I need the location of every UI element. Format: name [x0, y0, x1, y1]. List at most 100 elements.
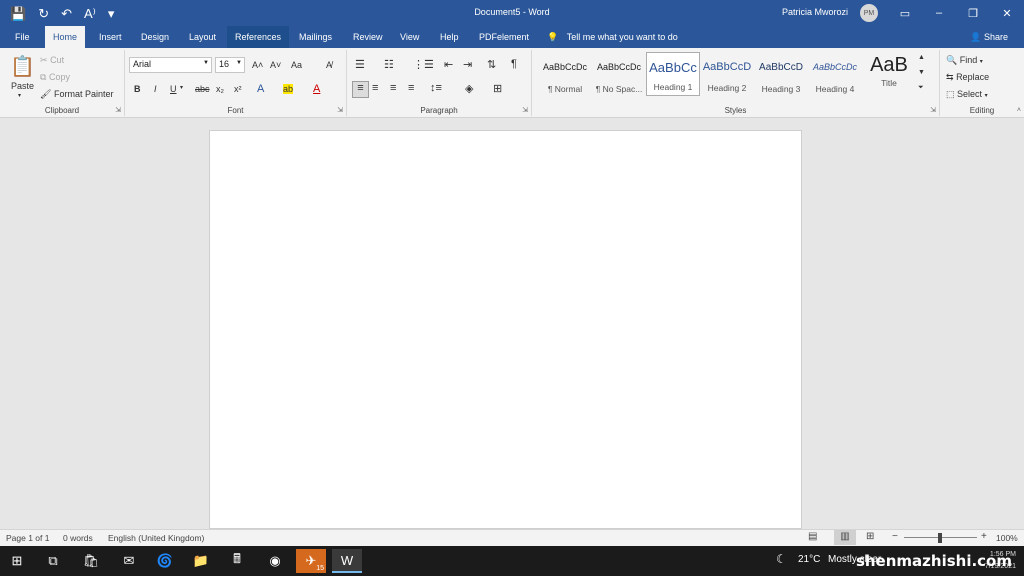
- tab-layout[interactable]: Layout: [181, 26, 224, 48]
- web-layout-icon[interactable]: ⊞: [866, 531, 874, 542]
- text-effects-button[interactable]: A: [257, 83, 264, 95]
- align-center-icon[interactable]: ≡: [372, 82, 378, 94]
- align-right-icon[interactable]: ≡: [390, 82, 396, 94]
- paragraph-launcher-icon[interactable]: ⇲: [522, 106, 528, 114]
- customize-qat-icon[interactable]: ▾: [108, 7, 115, 20]
- tell-me-search[interactable]: 💡 Tell me what you want to do: [547, 26, 678, 48]
- document-page[interactable]: [209, 130, 802, 529]
- styles-scroll-up-icon[interactable]: ▲: [918, 54, 925, 61]
- tab-pdfelement[interactable]: PDFelement: [471, 26, 537, 48]
- tab-review[interactable]: Review: [345, 26, 391, 48]
- format-painter-button[interactable]: 🖌 Format Painter: [40, 89, 113, 100]
- page-count[interactable]: Page 1 of 1: [6, 533, 49, 543]
- style-title[interactable]: AaB Title: [862, 52, 916, 96]
- tab-help[interactable]: Help: [432, 26, 467, 48]
- font-size-select[interactable]: 16 ▼: [215, 57, 245, 73]
- user-name[interactable]: Patricia Mworozi: [782, 7, 848, 17]
- restore-icon[interactable]: ❐: [956, 0, 990, 26]
- increase-indent-icon[interactable]: ⇥: [463, 58, 472, 71]
- calculator-icon[interactable]: 🖩: [222, 549, 252, 573]
- chrome-browser-icon[interactable]: ◉: [260, 549, 290, 573]
- borders-icon[interactable]: ⊞: [493, 82, 502, 95]
- paste-dropdown-icon[interactable]: ▾: [18, 92, 21, 99]
- store-icon[interactable]: 🛍: [76, 549, 106, 573]
- decrease-indent-icon[interactable]: ⇤: [444, 58, 453, 71]
- tab-references[interactable]: References: [227, 26, 290, 48]
- shrink-font-button[interactable]: A˅: [270, 60, 281, 70]
- mail-app-icon[interactable]: ✈ 15: [296, 549, 326, 573]
- style-heading-4[interactable]: AaBbCcDc Heading 4: [808, 52, 862, 96]
- shading-icon[interactable]: ◈: [465, 82, 473, 95]
- word-count[interactable]: 0 words: [63, 533, 93, 543]
- align-left-icon[interactable]: ≡: [352, 81, 369, 98]
- clipboard-icon[interactable]: 📋: [10, 54, 35, 79]
- minimize-icon[interactable]: –: [922, 0, 956, 26]
- styles-more-icon[interactable]: ⏷: [918, 84, 924, 92]
- print-layout-icon[interactable]: ▥: [834, 530, 856, 545]
- clear-formatting-button[interactable]: A̸: [326, 60, 332, 70]
- avatar[interactable]: PM: [860, 4, 878, 22]
- bold-button[interactable]: B: [134, 84, 141, 94]
- file-explorer-icon[interactable]: 📁: [186, 549, 216, 573]
- sort-icon[interactable]: ⇅: [487, 58, 496, 71]
- replace-button[interactable]: ⇆ Replace: [946, 72, 989, 83]
- styles-launcher-icon[interactable]: ⇲: [930, 106, 936, 114]
- underline-dropdown-icon[interactable]: ▾: [180, 84, 183, 91]
- weather-temperature[interactable]: 21°C: [798, 554, 820, 565]
- style-heading-2[interactable]: AaBbCcD Heading 2: [700, 52, 754, 96]
- italic-button[interactable]: I: [154, 84, 157, 94]
- zoom-slider-thumb[interactable]: [938, 533, 942, 543]
- strikethrough-button[interactable]: abc: [195, 84, 210, 94]
- language-indicator[interactable]: English (United Kingdom): [108, 533, 204, 543]
- mail-icon[interactable]: ✉: [114, 549, 144, 573]
- zoom-level[interactable]: 100%: [996, 533, 1018, 543]
- ribbon-display-options-icon[interactable]: ▭: [888, 0, 922, 26]
- superscript-button[interactable]: x²: [234, 84, 242, 94]
- read-aloud-icon[interactable]: A⁾: [84, 7, 96, 20]
- tab-view[interactable]: View: [392, 26, 427, 48]
- focus-mode-icon[interactable]: ▤: [808, 531, 817, 542]
- tab-home[interactable]: Home: [45, 26, 86, 48]
- underline-button[interactable]: U: [170, 84, 177, 94]
- subscript-button[interactable]: x₂: [216, 84, 224, 94]
- close-icon[interactable]: ✕: [990, 0, 1024, 26]
- zoom-out-icon[interactable]: −: [892, 531, 898, 542]
- paste-button[interactable]: Paste: [11, 81, 34, 91]
- highlight-button[interactable]: ab: [283, 84, 294, 94]
- font-family-select[interactable]: Arial ▼: [129, 57, 212, 73]
- tab-insert[interactable]: Insert: [91, 26, 130, 48]
- change-case-button[interactable]: Aa: [291, 60, 302, 70]
- redo-icon[interactable]: ↻: [38, 7, 49, 20]
- find-button[interactable]: 🔍 Find ▾: [946, 55, 983, 66]
- style-no-spacing[interactable]: AaBbCcDc ¶ No Spac...: [592, 52, 646, 96]
- word-app-icon[interactable]: W: [332, 549, 362, 573]
- style-normal[interactable]: AaBbCcDc ¶ Normal: [538, 52, 592, 96]
- font-launcher-icon[interactable]: ⇲: [337, 106, 343, 114]
- show-formatting-marks-button[interactable]: ¶: [511, 58, 517, 70]
- edge-browser-icon[interactable]: 🌀: [150, 549, 180, 573]
- windows-start-icon[interactable]: ⊞: [2, 549, 32, 573]
- collapse-ribbon-icon[interactable]: ˄: [1017, 107, 1021, 114]
- justify-icon[interactable]: ≡: [408, 82, 414, 94]
- bullets-icon[interactable]: ☰: [355, 58, 365, 71]
- zoom-in-icon[interactable]: +: [981, 531, 987, 542]
- share-button[interactable]: 👤 Share: [970, 26, 1008, 48]
- styles-scroll-down-icon[interactable]: ▼: [918, 69, 925, 76]
- tab-design[interactable]: Design: [133, 26, 177, 48]
- tab-file[interactable]: File: [7, 26, 38, 48]
- style-heading-1[interactable]: AaBbCc Heading 1: [646, 52, 700, 96]
- weather-moon-icon[interactable]: ☾: [776, 552, 787, 566]
- task-view-icon[interactable]: ⧉: [38, 549, 68, 573]
- select-button[interactable]: ⬚ Select ▾: [946, 89, 988, 100]
- multilevel-list-icon[interactable]: ⋮☰: [413, 58, 434, 71]
- grow-font-button[interactable]: A˄: [252, 60, 263, 70]
- save-icon[interactable]: 💾: [10, 7, 26, 20]
- font-color-button[interactable]: A: [313, 83, 320, 95]
- line-spacing-icon[interactable]: ↕≡: [430, 82, 442, 94]
- mail-app-glyph-icon: ✈: [305, 553, 317, 568]
- undo-icon[interactable]: ↶: [61, 7, 72, 20]
- clipboard-launcher-icon[interactable]: ⇲: [115, 106, 121, 114]
- numbering-icon[interactable]: ☷: [384, 58, 394, 71]
- style-heading-3[interactable]: AaBbCcD Heading 3: [754, 52, 808, 96]
- tab-mailings[interactable]: Mailings: [291, 26, 340, 48]
